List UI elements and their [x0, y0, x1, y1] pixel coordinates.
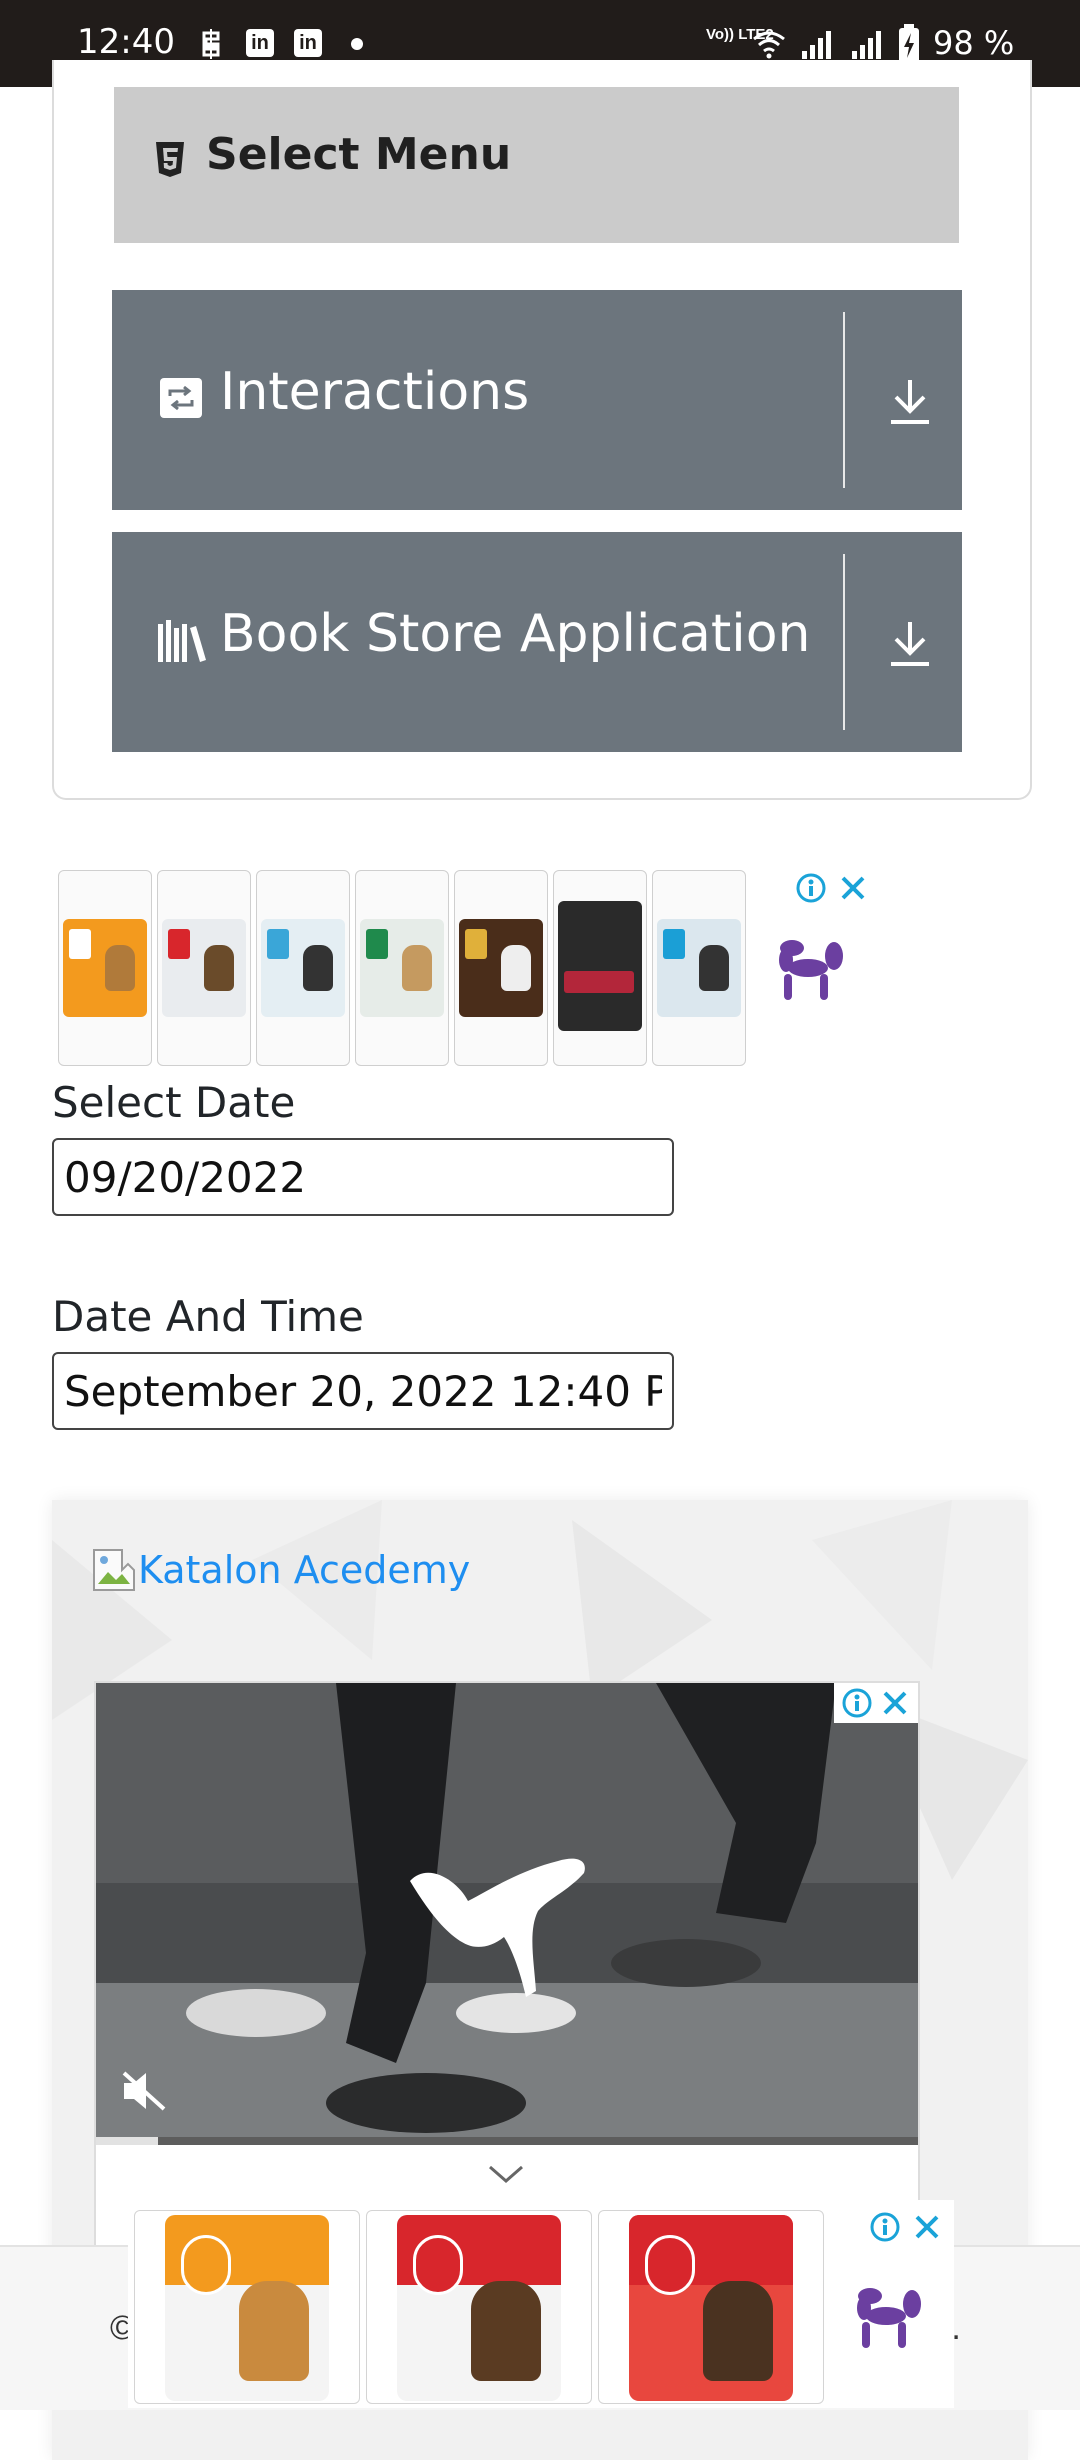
ad-product-image[interactable] — [553, 870, 647, 1066]
books-icon — [158, 620, 206, 662]
puma-logo — [410, 1858, 585, 1997]
ad-product-image[interactable] — [366, 2210, 592, 2404]
ad-info-icon[interactable] — [796, 873, 826, 903]
chevron-down-icon[interactable] — [486, 2163, 526, 2185]
video-progress-track[interactable] — [96, 2137, 918, 2145]
ad-choices-badge[interactable] — [834, 1683, 918, 1723]
select-menu-item[interactable]: Select Menu — [114, 87, 959, 243]
group-book-store-application[interactable]: Book Store Application — [112, 532, 962, 752]
signal-icon — [852, 31, 881, 59]
video-ad[interactable] — [94, 1681, 920, 2147]
date-time-label: Date And Time — [52, 1292, 364, 1341]
select-menu-label: Select Menu — [206, 129, 512, 180]
ad-product-image[interactable] — [598, 2210, 824, 2404]
linkedin-icon: in — [294, 29, 322, 57]
video-progress-fill — [96, 2137, 158, 2145]
ad-product-image[interactable] — [256, 870, 350, 1066]
dot-icon — [351, 38, 363, 50]
ad-close-icon[interactable] — [912, 2212, 942, 2242]
divider — [843, 312, 845, 488]
divider — [843, 554, 845, 730]
ad-info-icon[interactable] — [842, 1688, 872, 1718]
ad-close-icon[interactable] — [880, 1688, 910, 1718]
bottom-sticky-ad[interactable] — [128, 2200, 954, 2408]
status-time: 12:40 — [77, 22, 175, 62]
katalon-link-text[interactable]: Katalon Acedemy — [138, 1548, 470, 1592]
signal-icon — [802, 31, 831, 59]
ad-product-image[interactable] — [652, 870, 746, 1066]
s-notification-icon — [202, 29, 220, 59]
ad-product-image[interactable] — [157, 870, 251, 1066]
html5-icon — [156, 142, 184, 177]
balloon-dog-logo — [857, 2288, 921, 2348]
mute-icon[interactable] — [120, 2069, 168, 2113]
ad-product-image[interactable] — [454, 870, 548, 1066]
group-label: Interactions — [220, 362, 530, 422]
select-date-input[interactable] — [52, 1138, 674, 1216]
battery-percentage: 98 % — [933, 24, 1015, 62]
select-date-label: Select Date — [52, 1078, 296, 1127]
group-interactions[interactable]: Interactions — [112, 290, 962, 510]
date-time-input[interactable] — [52, 1352, 674, 1430]
linkedin-icon: in — [246, 29, 274, 57]
interactions-icon — [160, 378, 202, 418]
balloon-dog-logo — [779, 940, 843, 1000]
battery-charging-icon — [899, 24, 919, 63]
broken-image-icon — [93, 1549, 135, 1591]
ad-info-icon[interactable] — [870, 2212, 900, 2242]
download-icon[interactable] — [887, 612, 933, 672]
wifi-icon — [753, 31, 785, 59]
katalon-link[interactable]: Katalon Acedemy — [92, 1548, 470, 1592]
ad-product-image[interactable] — [355, 870, 449, 1066]
ad-product-image[interactable] — [134, 2210, 360, 2404]
download-icon[interactable] — [887, 370, 933, 430]
ad-close-icon[interactable] — [838, 873, 868, 903]
group-label: Book Store Application — [220, 604, 811, 664]
ad-product-image[interactable] — [58, 870, 152, 1066]
